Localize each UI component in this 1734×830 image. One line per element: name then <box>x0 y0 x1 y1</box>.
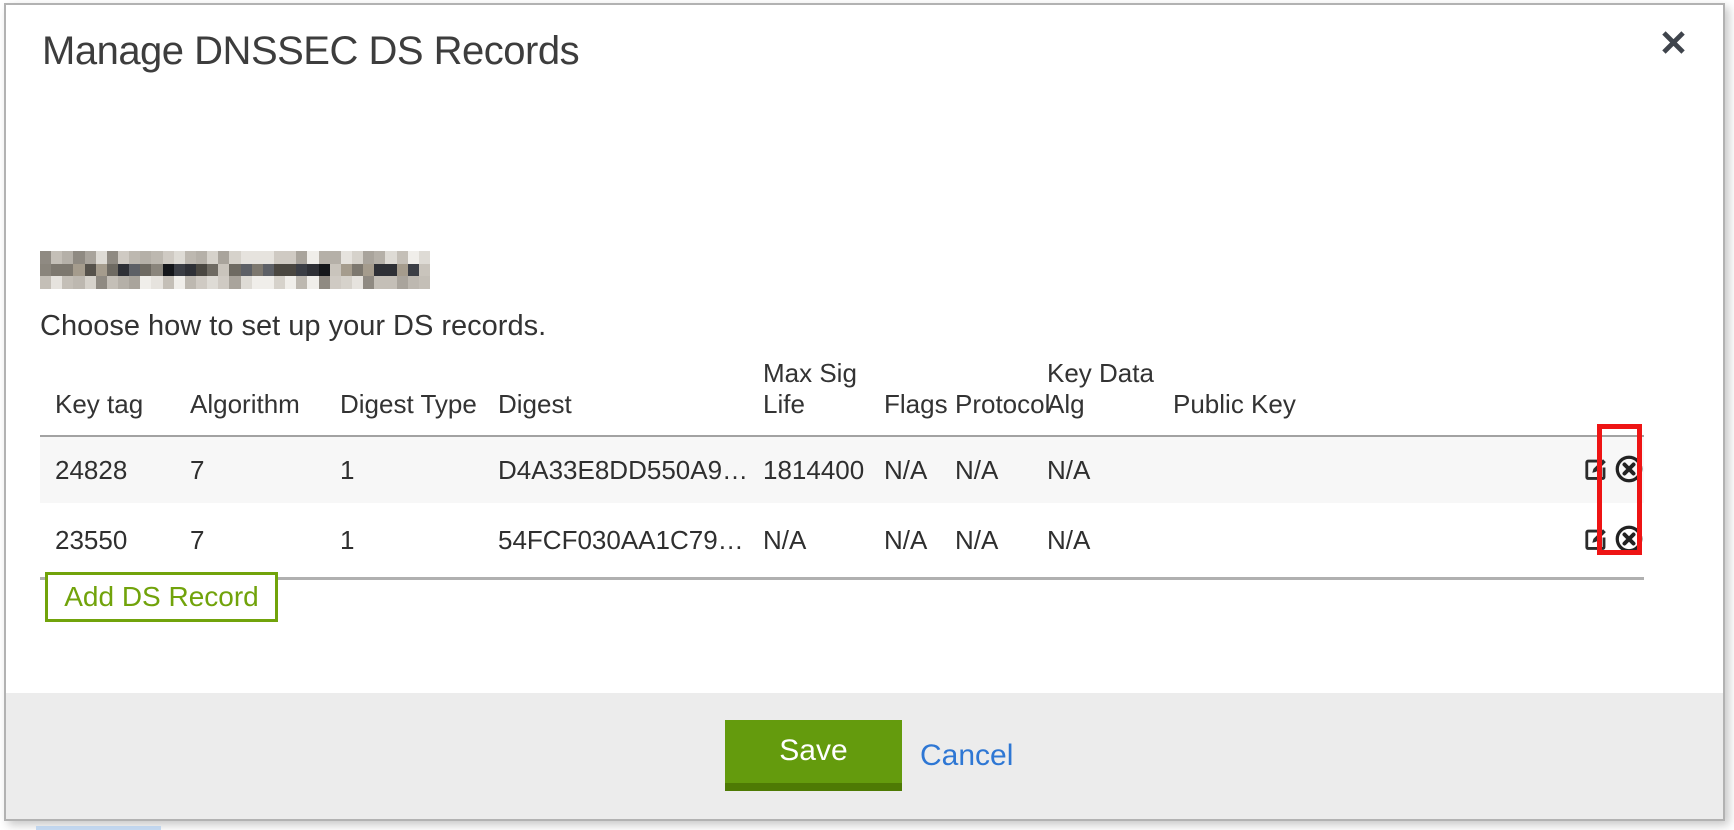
cell-key-tag: 24828 <box>40 436 190 503</box>
col-header-digest: Digest <box>498 358 763 436</box>
cell-public-key <box>1173 503 1570 579</box>
cell-key-data-alg: N/A <box>1047 503 1173 579</box>
col-header-digest-type: Digest Type <box>340 358 498 436</box>
cancel-link[interactable]: Cancel <box>920 720 1013 791</box>
delete-record-button[interactable] <box>1614 454 1644 487</box>
cell-digest: 54FCF030AA1C79… <box>498 503 763 579</box>
cell-digest-type: 1 <box>340 503 498 579</box>
instruction-text: Choose how to set up your DS records. <box>40 310 546 343</box>
col-header-max-sig-life: Max Sig Life <box>763 358 884 436</box>
redacted-domain <box>40 251 430 289</box>
delete-record-button[interactable] <box>1614 524 1644 557</box>
cell-protocol: N/A <box>955 436 1047 503</box>
cell-algorithm: 7 <box>190 436 340 503</box>
col-header-key-data-alg: Key Data Alg <box>1047 358 1173 436</box>
cell-key-data-alg: N/A <box>1047 436 1173 503</box>
col-header-protocol: Protocol <box>955 358 1047 436</box>
cell-key-tag: 23550 <box>40 503 190 579</box>
save-button[interactable]: Save <box>725 720 902 791</box>
cell-digest-type: 1 <box>340 436 498 503</box>
cell-public-key <box>1173 436 1570 503</box>
edit-record-button[interactable] <box>1583 526 1609 555</box>
col-header-public-key: Public Key <box>1173 358 1570 436</box>
close-button[interactable] <box>1651 20 1695 64</box>
cell-flags: N/A <box>884 503 955 579</box>
cell-max-sig-life: N/A <box>763 503 884 579</box>
col-header-key-tag: Key tag <box>40 358 190 436</box>
add-ds-record-button[interactable]: Add DS Record <box>45 572 278 622</box>
modal-footer: Save Cancel <box>6 693 1723 819</box>
delete-circle-x-icon <box>1614 524 1644 554</box>
manage-dnssec-modal: Manage DNSSEC DS Records Choose how to s… <box>4 3 1725 821</box>
delete-circle-x-icon <box>1614 454 1644 484</box>
ds-records-table: Key tag Algorithm Digest Type Digest Max… <box>40 358 1644 580</box>
cell-protocol: N/A <box>955 503 1047 579</box>
cell-algorithm: 7 <box>190 503 340 579</box>
edit-pencil-square-icon <box>1583 456 1609 482</box>
cell-actions <box>1570 503 1644 579</box>
table-header-row: Key tag Algorithm Digest Type Digest Max… <box>40 358 1644 436</box>
cell-max-sig-life: 1814400 <box>763 436 884 503</box>
table-row: 24828 7 1 D4A33E8DD550A9… 1814400 N/A N/… <box>40 436 1644 503</box>
edit-pencil-square-icon <box>1583 526 1609 552</box>
page-title: Manage DNSSEC DS Records <box>42 29 579 74</box>
col-header-flags: Flags <box>884 358 955 436</box>
cell-actions <box>1570 436 1644 503</box>
col-header-actions <box>1570 358 1644 436</box>
cell-digest: D4A33E8DD550A9… <box>498 436 763 503</box>
cell-flags: N/A <box>884 436 955 503</box>
table-row: 23550 7 1 54FCF030AA1C79… N/A N/A N/A N/… <box>40 503 1644 579</box>
page-background: Manage DNSSEC DS Records Choose how to s… <box>0 0 1734 830</box>
edit-record-button[interactable] <box>1583 456 1609 485</box>
background-content-fragment <box>36 826 161 830</box>
col-header-algorithm: Algorithm <box>190 358 340 436</box>
close-icon <box>1658 27 1689 58</box>
